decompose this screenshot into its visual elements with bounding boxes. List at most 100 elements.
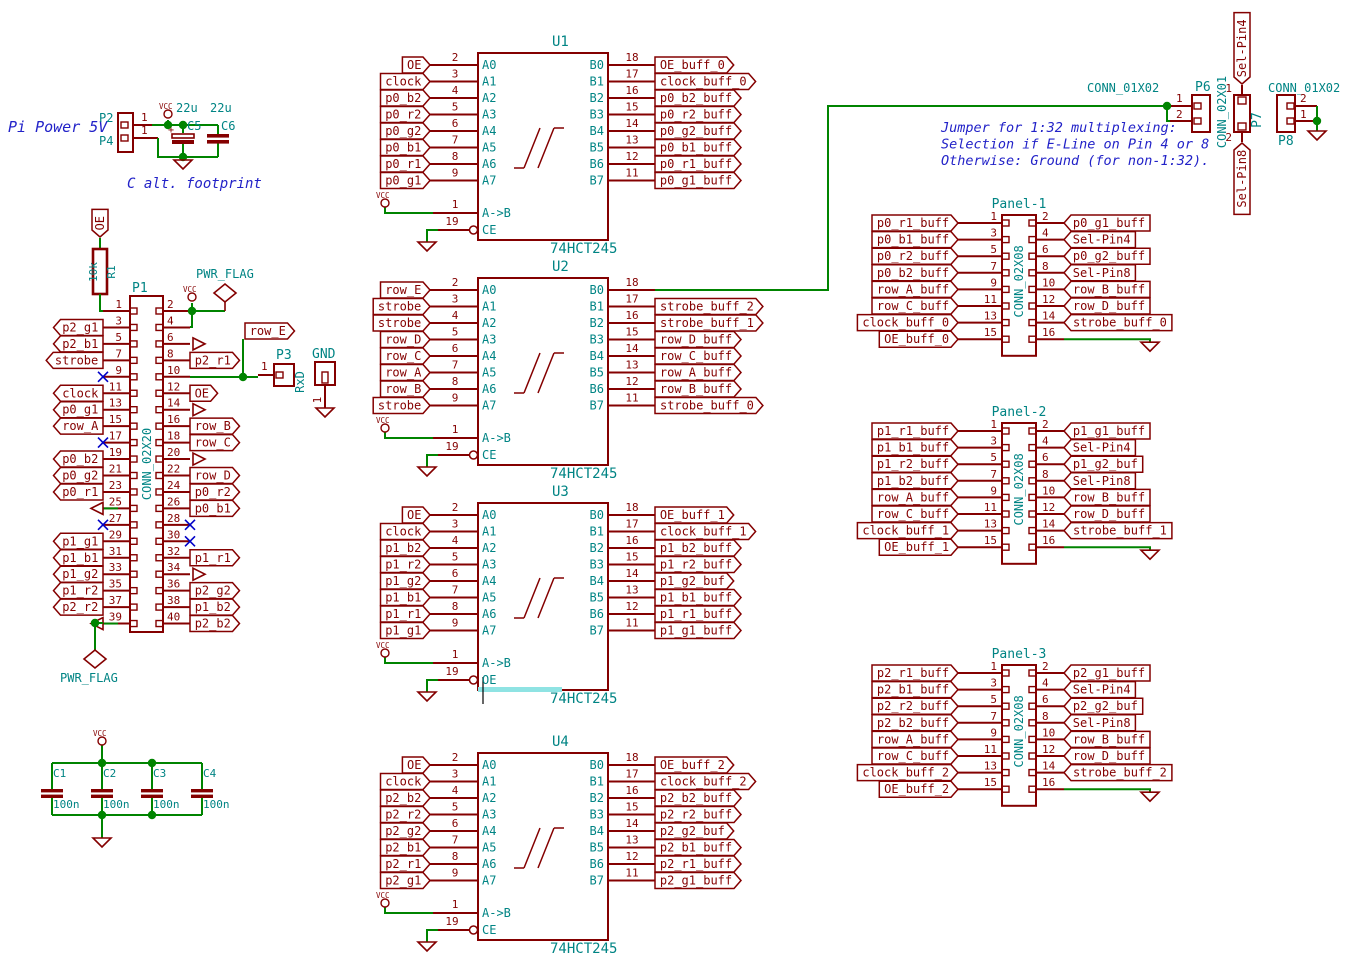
global-label-OE_buff_0[interactable]: OE_buff_0 [879,331,958,347]
global-label-p0_r1_buff[interactable]: p0_r1_buff [872,215,958,231]
connector-body[interactable] [118,113,133,152]
global-label-p1_b2[interactable]: p1_b2 [190,599,240,615]
global-label-p0_r2[interactable]: p0_r2 [381,107,431,123]
global-label-p2_b2_buff[interactable]: p2_b2_buff [872,715,958,731]
global-label-Sel-Pin8[interactable]: Sel-Pin8 [1064,473,1135,489]
global-label-p0_r1[interactable]: p0_r1 [54,484,104,500]
wire[interactable] [385,207,433,213]
global-label-p0_g1[interactable]: p0_g1 [54,402,104,418]
global-label-OE_buff_1[interactable]: OE_buff_1 [879,539,958,555]
global-label-p0_g2_buff[interactable]: p0_g2_buff [1064,248,1150,264]
global-label-strobe_buff_1[interactable]: strobe_buff_1 [1064,523,1172,539]
global-label-p0_b1[interactable]: p0_b1 [381,140,431,156]
global-label-clock[interactable]: clock [54,385,104,401]
wire[interactable] [100,294,103,311]
global-label-p2_g2_buf[interactable]: p2_g2_buf [1064,698,1143,714]
global-label-row_D_buff[interactable]: row_D_buff [1064,506,1150,522]
global-label-p1_r2[interactable]: p1_r2 [54,583,104,599]
cap-c4[interactable]: C4100n [191,763,230,815]
global-label-row_C_buff[interactable]: row_C_buff [872,506,958,522]
global-label-p2_g1_buff[interactable]: p2_g1_buff [1064,665,1150,681]
global-label-row_C_buff[interactable]: row_C_buff [655,348,741,364]
wire[interactable] [427,680,438,692]
cap-c6[interactable]: 22uC6 [207,101,235,144]
global-label-p2_r2_buff[interactable]: p2_r2_buff [655,807,741,823]
global-label-strobe_buff_2[interactable]: strobe_buff_2 [1064,765,1172,781]
global-label-p1_r2_buff[interactable]: p1_r2_buff [655,557,741,573]
global-label-row_C[interactable]: row_C [381,348,431,364]
hier-arrow[interactable] [193,404,205,416]
wire[interactable] [1064,547,1150,550]
global-label-row_A_buff[interactable]: row_A_buff [872,489,958,505]
global-label-clock_buff_1[interactable]: clock_buff_1 [655,524,756,540]
global-label-p2_r2_buff[interactable]: p2_r2_buff [872,698,958,714]
global-label-Sel-Pin4[interactable]: Sel-Pin4 [1064,440,1135,456]
cap-c2[interactable]: C2100n [91,763,130,815]
connector-body[interactable] [274,364,294,386]
global-label-p1_r2_buff[interactable]: p1_r2_buff [872,456,958,472]
global-label-p0_b2[interactable]: p0_b2 [381,90,431,106]
global-label-p1_g2_buf[interactable]: p1_g2_buf [1064,456,1143,472]
global-label-Sel-Pin4[interactable]: Sel-Pin4 [1064,682,1135,698]
wire[interactable] [385,907,433,913]
global-label-p1_r1_buff[interactable]: p1_r1_buff [872,423,958,439]
global-label-OE[interactable]: OE [92,209,108,237]
cap-c3[interactable]: C3100n [141,763,180,815]
global-label-OE[interactable]: OE [402,57,430,73]
global-label-p1_b1[interactable]: p1_b1 [54,550,104,566]
global-label-p2_b1_buff[interactable]: p2_b1_buff [655,840,741,856]
global-label-OE[interactable]: OE [190,385,218,401]
connector-body[interactable] [1234,95,1250,132]
global-label-p0_g2[interactable]: p0_g2 [381,123,431,139]
global-label-row_E[interactable]: row_E [381,282,431,298]
global-label-p0_b1_buff[interactable]: p0_b1_buff [655,140,741,156]
global-label-p2_b2[interactable]: p2_b2 [190,616,240,632]
global-label-row_B_buff[interactable]: row_B_buff [1064,731,1150,747]
connector-body[interactable] [1277,95,1295,132]
global-label-p1_r1[interactable]: p1_r1 [381,606,431,622]
global-label-row_E[interactable]: row_E [245,323,295,339]
global-label-p0_r1[interactable]: p0_r1 [381,156,431,172]
global-label-clock_buff_0[interactable]: clock_buff_0 [655,74,756,90]
global-label-p0_b1[interactable]: p0_b1 [190,500,240,516]
connector-p2-p4[interactable]: P2P411 [99,111,158,152]
wire[interactable] [1064,339,1150,342]
wire[interactable] [385,432,433,438]
global-label-clock[interactable]: clock [381,524,431,540]
global-label-p2_g1[interactable]: p2_g1 [381,873,431,889]
global-label-OE_buff_2[interactable]: OE_buff_2 [655,757,734,773]
global-label-p0_g1_buff[interactable]: p0_g1_buff [655,173,741,189]
global-label-row_A_buff[interactable]: row_A_buff [872,281,958,297]
global-label-p0_g2[interactable]: p0_g2 [54,468,104,484]
connector-body[interactable] [315,362,335,385]
resistor-r1[interactable]: 10kR1 [87,249,118,294]
hier-arrow[interactable] [193,568,205,580]
global-label-p2_g1[interactable]: p2_g1 [54,319,104,335]
global-label-strobe_buff_0[interactable]: strobe_buff_0 [1064,315,1172,331]
global-label-row_A[interactable]: row_A [381,365,431,381]
global-label-row_B[interactable]: row_B [381,381,431,397]
global-label-p0_r2_buff[interactable]: p0_r2_buff [655,107,741,123]
global-label-row_B[interactable]: row_B [190,418,240,434]
global-label-p2_r2[interactable]: p2_r2 [381,807,431,823]
global-label-row_D_buff[interactable]: row_D_buff [1064,298,1150,314]
global-label-row_C_buff[interactable]: row_C_buff [872,748,958,764]
global-label-row_C[interactable]: row_C [190,435,240,451]
wire[interactable] [385,657,433,663]
global-label-clock_buff_1[interactable]: clock_buff_1 [857,523,958,539]
global-label-strobe_buff_2[interactable]: strobe_buff_2 [655,299,763,315]
global-label-p1_r1[interactable]: p1_r1 [190,550,240,566]
wire[interactable] [427,930,438,942]
global-label-p2_g2_buf[interactable]: p2_g2_buf [655,823,734,839]
global-label-p2_r1_buff[interactable]: p2_r1_buff [655,856,741,872]
global-label-p1_g1[interactable]: p1_g1 [54,533,104,549]
global-label-p0_b2_buff[interactable]: p0_b2_buff [655,90,741,106]
global-label-OE_buff_2[interactable]: OE_buff_2 [879,781,958,797]
cap-c1[interactable]: C1100n [41,763,80,815]
global-label-strobe[interactable]: strobe [373,315,430,331]
global-label-p2_b2_buff[interactable]: p2_b2_buff [655,790,741,806]
global-label-p1_g1[interactable]: p1_g1 [381,623,431,639]
wire[interactable] [427,230,438,242]
pwr-flag-symbol[interactable] [214,284,236,302]
hier-arrow[interactable] [193,338,205,350]
